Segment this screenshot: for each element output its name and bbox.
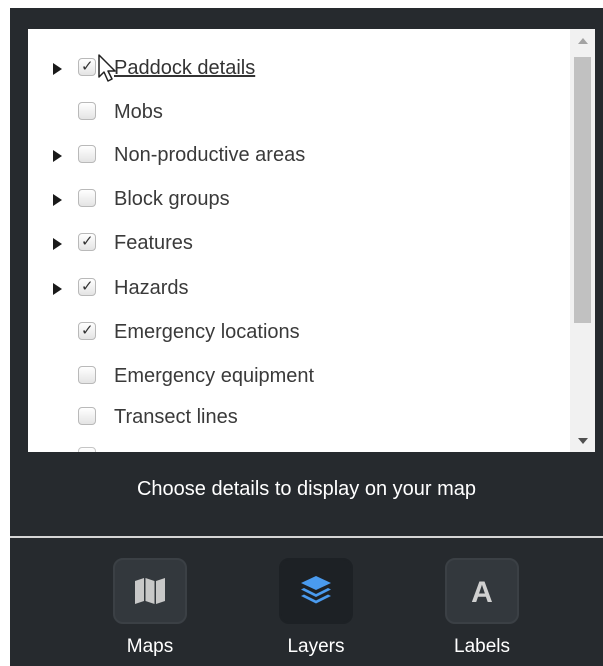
layer-label: Features: [114, 232, 193, 254]
maps-tool[interactable]: Maps: [90, 558, 210, 662]
maps-button[interactable]: [113, 558, 187, 624]
layer-checkbox-block-groups[interactable]: [78, 189, 96, 207]
layer-label: Block groups: [114, 188, 230, 210]
triangle-right-icon[interactable]: [53, 150, 62, 162]
layer-checkbox-partial[interactable]: [78, 447, 96, 452]
layer-checkbox-hazards[interactable]: ✓: [78, 278, 96, 296]
layer-label: Mobs: [114, 101, 163, 123]
layers-tool[interactable]: Layers: [256, 558, 376, 662]
checkmark-icon: ✓: [81, 58, 94, 75]
maps-label: Maps: [126, 636, 174, 657]
triangle-right-icon[interactable]: [53, 283, 62, 295]
layers-panel: ✓ Paddock details Mobs Non-productive ar…: [10, 8, 603, 666]
layer-label: Non-productive areas: [114, 144, 306, 166]
layer-label: Transect lines: [114, 406, 238, 428]
layer-item-non-productive-areas[interactable]: Non-productive areas: [28, 136, 568, 176]
layer-label: Hazards: [114, 277, 189, 299]
layer-item-mobs[interactable]: Mobs: [28, 93, 568, 133]
panel-caption: Choose details to display on your map: [136, 478, 477, 500]
layer-checkbox-transect-lines[interactable]: [78, 407, 96, 425]
layer-label: Emergency equipment: [114, 365, 315, 387]
triangle-right-icon[interactable]: [53, 238, 62, 250]
triangle-right-icon[interactable]: [53, 63, 62, 75]
scrollbar-thumb[interactable]: [574, 57, 591, 323]
layer-item-emergency-equipment[interactable]: Emergency equipment: [28, 357, 568, 397]
layer-list: ✓ Paddock details Mobs Non-productive ar…: [28, 29, 595, 452]
triangle-right-icon[interactable]: [53, 194, 62, 206]
layer-item-features[interactable]: ✓ Features: [28, 224, 568, 264]
bottom-toolbar: Maps Layers A Labels: [10, 538, 603, 666]
layer-checkbox-features[interactable]: ✓: [78, 233, 96, 251]
letter-a-icon: A: [471, 576, 493, 608]
labels-tool[interactable]: A Labels: [422, 558, 542, 662]
labels-label: Labels: [454, 636, 510, 657]
layer-checkbox-paddock-details[interactable]: ✓: [78, 58, 96, 76]
map-icon: [135, 578, 165, 604]
layer-checkbox-emergency-locations[interactable]: ✓: [78, 322, 96, 340]
layer-checkbox-non-productive-areas[interactable]: [78, 145, 96, 163]
layer-label[interactable]: Paddock details: [114, 57, 255, 80]
scroll-up-arrow-icon[interactable]: [578, 38, 588, 44]
layer-item-hazards[interactable]: ✓ Hazards: [28, 269, 568, 309]
svg-text:A: A: [471, 576, 493, 608]
layers-icon: [301, 576, 331, 604]
vertical-scrollbar[interactable]: [570, 29, 595, 452]
layer-item-emergency-locations[interactable]: ✓ Emergency locations: [28, 313, 568, 353]
layer-label: Emergency locations: [114, 321, 300, 343]
mouse-pointer-icon: [98, 54, 116, 82]
scroll-down-arrow-icon[interactable]: [578, 438, 588, 444]
layer-checkbox-mobs[interactable]: [78, 102, 96, 120]
layer-checkbox-emergency-equipment[interactable]: [78, 366, 96, 384]
checkmark-icon: ✓: [81, 322, 94, 339]
labels-button[interactable]: A: [445, 558, 519, 624]
checkmark-icon: ✓: [81, 233, 94, 250]
layer-item-transect-lines[interactable]: Transect lines: [28, 398, 568, 438]
layer-item-block-groups[interactable]: Block groups: [28, 180, 568, 220]
layers-label: Layers: [287, 636, 345, 657]
layers-button[interactable]: [279, 558, 353, 624]
checkmark-icon: ✓: [81, 278, 94, 295]
